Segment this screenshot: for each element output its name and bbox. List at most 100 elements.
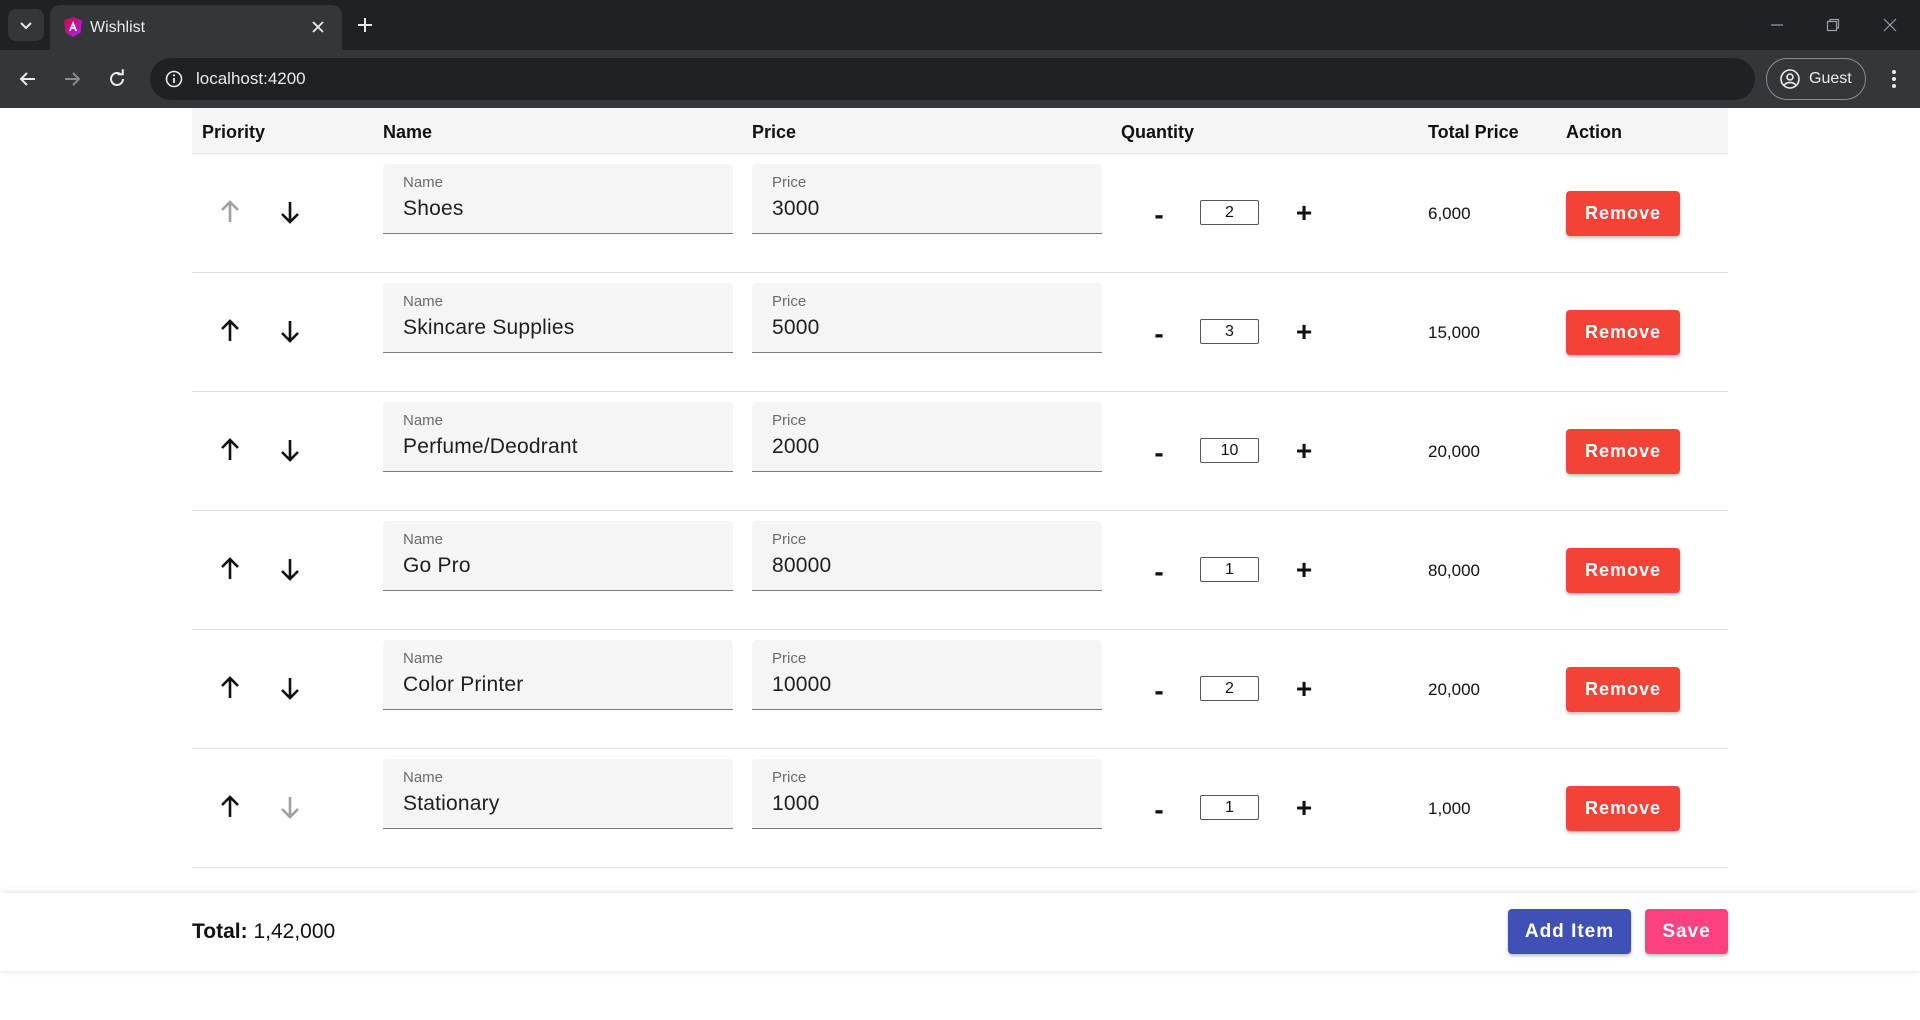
table-row: Name Shoes Price 3000 - 2 + 6,000 Remove [192, 154, 1728, 273]
quantity-input[interactable]: 10 [1200, 438, 1259, 463]
decrease-quantity-button[interactable]: - [1149, 557, 1169, 587]
price-field[interactable]: Price 1000 [752, 759, 1102, 829]
remove-button[interactable]: Remove [1566, 548, 1680, 593]
name-field[interactable]: Name Perfume/Deodrant [383, 402, 733, 472]
price-input[interactable]: 2000 [772, 435, 820, 459]
price-input[interactable]: 5000 [772, 316, 820, 340]
remove-button[interactable]: Remove [1566, 310, 1680, 355]
table-row: Name Skincare Supplies Price 5000 - 3 + … [192, 273, 1728, 392]
name-input[interactable]: Perfume/Deodrant [403, 435, 578, 459]
decrease-quantity-button[interactable]: - [1149, 200, 1169, 230]
increase-quantity-button[interactable]: + [1292, 793, 1316, 823]
table-body: Name Shoes Price 3000 - 2 + 6,000 Remove… [192, 154, 1728, 868]
chevron-down-icon [20, 22, 32, 30]
arrow-left-icon [19, 72, 35, 86]
price-field[interactable]: Price 2000 [752, 402, 1102, 472]
profile-button[interactable]: Guest [1766, 58, 1866, 100]
name-field-label: Name [403, 293, 444, 310]
reload-icon [110, 69, 124, 86]
tab-title: Wishlist [90, 19, 146, 36]
browser-menu-button[interactable] [1880, 65, 1908, 93]
forward-button[interactable] [58, 65, 86, 93]
total-value: 1,42,000 [253, 920, 336, 943]
remove-button[interactable]: Remove [1566, 786, 1680, 831]
arrow-down-icon[interactable] [274, 553, 306, 585]
name-input[interactable]: Skincare Supplies [403, 316, 575, 340]
quantity-input[interactable]: 2 [1200, 200, 1259, 225]
name-field[interactable]: Name Go Pro [383, 521, 733, 591]
quantity-input[interactable]: 1 [1200, 557, 1259, 582]
price-input[interactable]: 3000 [772, 197, 820, 221]
increase-quantity-button[interactable]: + [1292, 674, 1316, 704]
arrow-down-icon[interactable] [274, 672, 306, 704]
name-field-label: Name [403, 769, 444, 786]
price-field[interactable]: Price 80000 [752, 521, 1102, 591]
grand-total: Total: 1,42,000 [192, 920, 335, 944]
increase-quantity-button[interactable]: + [1292, 317, 1316, 347]
quantity-input[interactable]: 2 [1200, 676, 1259, 701]
decrease-quantity-button[interactable]: - [1149, 438, 1169, 468]
quantity-input[interactable]: 3 [1200, 319, 1259, 344]
name-input[interactable]: Stationary [403, 792, 500, 816]
address-bar[interactable]: localhost:4200 [150, 58, 1755, 100]
kebab-menu-icon [1892, 70, 1896, 88]
tab-search-button[interactable] [8, 9, 44, 41]
name-field[interactable]: Name Shoes [383, 164, 733, 234]
price-field[interactable]: Price 5000 [752, 283, 1102, 353]
table-row: Name Perfume/Deodrant Price 2000 - 10 + … [192, 392, 1728, 511]
remove-button[interactable]: Remove [1566, 429, 1680, 474]
decrease-quantity-button[interactable]: - [1149, 795, 1169, 825]
arrow-up-icon[interactable] [214, 553, 246, 585]
row-total-price: 15,000 [1428, 323, 1480, 342]
add-item-button[interactable]: Add Item [1508, 909, 1631, 954]
name-input[interactable]: Go Pro [403, 554, 471, 578]
profile-label: Guest [1809, 70, 1852, 87]
minimize-window-button[interactable] [1766, 14, 1788, 36]
restore-window-button[interactable] [1822, 14, 1844, 36]
increase-quantity-button[interactable]: + [1292, 555, 1316, 585]
minimize-icon [1771, 24, 1783, 26]
increase-quantity-button[interactable]: + [1292, 436, 1316, 466]
name-input[interactable]: Color Printer [403, 673, 523, 697]
back-button[interactable] [14, 65, 42, 93]
remove-button[interactable]: Remove [1566, 667, 1680, 712]
browser-tab-wishlist[interactable]: Wishlist [50, 5, 342, 50]
price-input[interactable]: 80000 [772, 554, 831, 578]
name-field[interactable]: Name Stationary [383, 759, 733, 829]
decrease-quantity-button[interactable]: - [1149, 676, 1169, 706]
name-field[interactable]: Name Skincare Supplies [383, 283, 733, 353]
row-total-price: 20,000 [1428, 680, 1480, 699]
name-input[interactable]: Shoes [403, 197, 464, 221]
price-field[interactable]: Price 10000 [752, 640, 1102, 710]
arrow-up-icon[interactable] [214, 672, 246, 704]
close-tab-button[interactable] [308, 17, 328, 37]
price-input[interactable]: 10000 [772, 673, 831, 697]
total-label: Total: [192, 920, 248, 943]
arrow-up-icon[interactable] [214, 196, 246, 228]
arrow-down-icon[interactable] [274, 196, 306, 228]
arrow-up-icon[interactable] [214, 315, 246, 347]
quantity-input[interactable]: 1 [1200, 795, 1259, 820]
price-field[interactable]: Price 3000 [752, 164, 1102, 234]
arrow-up-icon[interactable] [214, 434, 246, 466]
remove-button[interactable]: Remove [1566, 191, 1680, 236]
info-icon[interactable] [164, 69, 184, 89]
arrow-right-icon [65, 72, 81, 86]
url-text: localhost:4200 [196, 69, 306, 88]
arrow-down-icon[interactable] [274, 791, 306, 823]
decrease-quantity-button[interactable]: - [1149, 319, 1169, 349]
reload-button[interactable] [103, 65, 131, 93]
increase-quantity-button[interactable]: + [1292, 198, 1316, 228]
price-field-label: Price [772, 412, 807, 429]
arrow-up-icon[interactable] [214, 791, 246, 823]
new-tab-button[interactable] [352, 12, 378, 38]
close-icon [312, 21, 324, 33]
name-field[interactable]: Name Color Printer [383, 640, 733, 710]
save-button[interactable]: Save [1645, 909, 1728, 954]
browser-toolbar: localhost:4200 Guest [0, 50, 1920, 108]
table-row: Name Stationary Price 1000 - 1 + 1,000 R… [192, 749, 1728, 868]
arrow-down-icon[interactable] [274, 434, 306, 466]
close-window-button[interactable] [1879, 14, 1901, 36]
arrow-down-icon[interactable] [274, 315, 306, 347]
price-input[interactable]: 1000 [772, 792, 820, 816]
